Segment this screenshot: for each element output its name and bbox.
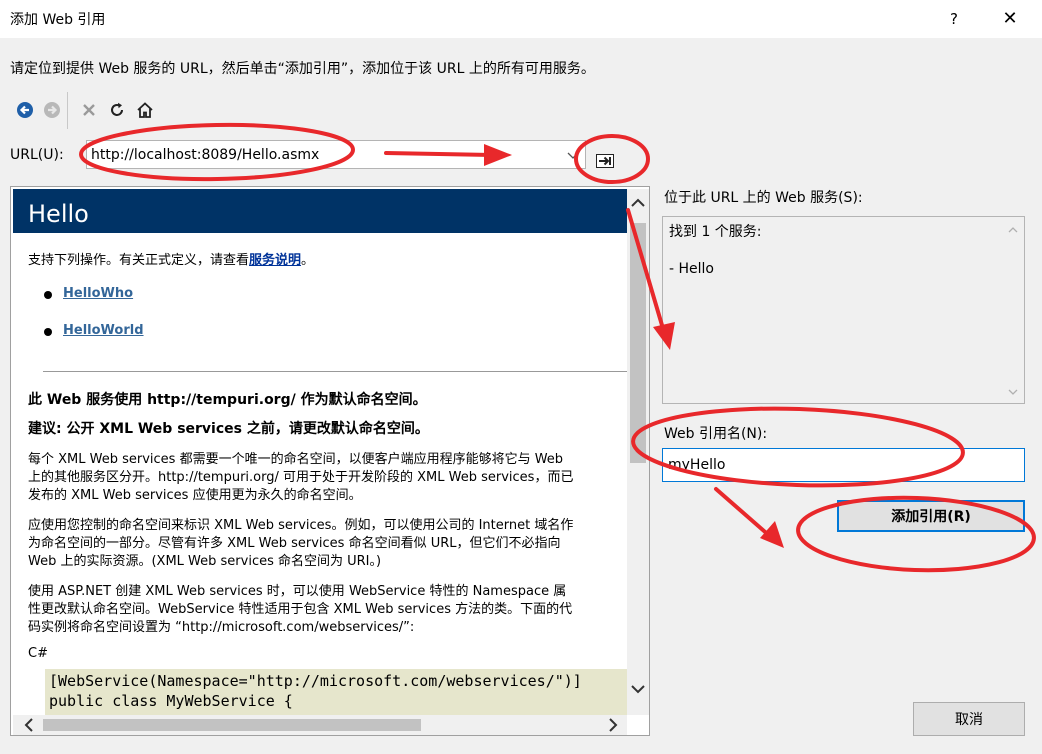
scroll-up-icon bbox=[1007, 223, 1019, 239]
services-label: 位于此 URL 上的 Web 服务(S): bbox=[664, 190, 863, 206]
home-icon[interactable] bbox=[134, 99, 156, 121]
refresh-icon[interactable] bbox=[106, 99, 128, 121]
chevron-down-icon[interactable] bbox=[565, 147, 581, 163]
url-combobox[interactable] bbox=[86, 140, 586, 169]
close-button[interactable]: ✕ bbox=[988, 0, 1032, 38]
code-sample: [WebService(Namespace="http://microsoft.… bbox=[45, 669, 627, 715]
namespace-recommendation: 建议: 公开 XML Web services 之前，请更改默认命名空间。 bbox=[28, 421, 429, 437]
paragraph-line: 为命名空间的一部分。尽管有许多 XML Web services 命名空间看似 … bbox=[28, 536, 561, 551]
services-found-text: 找到 1 个服务: bbox=[669, 224, 762, 240]
toolbar-separator bbox=[67, 92, 68, 129]
paragraph-line: 性更改默认命名空间。WebService 特性适用于包含 XML Web ser… bbox=[28, 602, 573, 617]
operation-link-hellowho[interactable]: HelloWho bbox=[63, 286, 133, 301]
browser-pane[interactable]: Hello 支持下列操作。有关正式定义，请查看服务说明。 HelloWho He… bbox=[10, 186, 650, 736]
service-item: - Hello bbox=[669, 261, 714, 277]
go-button[interactable] bbox=[588, 147, 622, 175]
code-language-label: C# bbox=[28, 646, 48, 661]
help-button[interactable]: ? bbox=[932, 0, 976, 38]
operation-link-helloworld[interactable]: HelloWorld bbox=[63, 323, 144, 338]
annotation-arrowhead bbox=[760, 521, 784, 548]
code-line: public class MyWebService { bbox=[49, 692, 293, 710]
scroll-down-icon[interactable] bbox=[630, 683, 646, 699]
paragraph-line: 发布的 XML Web services 应使用更为永久的命名空间。 bbox=[28, 488, 362, 503]
scroll-left-icon[interactable] bbox=[23, 718, 35, 735]
scroll-down-icon bbox=[1007, 385, 1019, 401]
horizontal-scrollbar[interactable] bbox=[13, 715, 627, 735]
paragraph-line: 上的其他服务区分开。http://tempuri.org/ 可用于处于开发阶段的… bbox=[28, 470, 574, 485]
scrollbar-thumb[interactable] bbox=[43, 719, 421, 731]
paragraph-line: 每个 XML Web services 都需要一个唯一的命名空间，以便客户端应用… bbox=[28, 452, 564, 467]
service-title: Hello bbox=[28, 200, 89, 228]
back-icon[interactable] bbox=[14, 99, 36, 121]
cancel-button[interactable]: 取消 bbox=[913, 702, 1025, 736]
bullet bbox=[44, 328, 52, 336]
reference-name-input[interactable] bbox=[668, 455, 1008, 475]
paragraph-line: 码实例将命名空间设置为 “http://microsoft.com/webser… bbox=[28, 620, 415, 635]
stop-icon[interactable] bbox=[78, 99, 100, 121]
divider bbox=[43, 371, 627, 372]
code-line: [WebService(Namespace="http://microsoft.… bbox=[49, 672, 582, 690]
service-header: Hello bbox=[13, 189, 627, 233]
reference-name-field[interactable] bbox=[662, 448, 1025, 482]
scroll-right-icon[interactable] bbox=[607, 718, 619, 735]
paragraph-line: 使用 ASP.NET 创建 XML Web services 时，可以使用 We… bbox=[28, 584, 567, 599]
vertical-scrollbar[interactable] bbox=[627, 189, 649, 715]
service-description-link[interactable]: 服务说明 bbox=[249, 253, 301, 268]
window-title: 添加 Web 引用 bbox=[10, 12, 106, 28]
bullet bbox=[44, 291, 52, 299]
annotation-arrow-line bbox=[714, 487, 774, 540]
url-input[interactable] bbox=[91, 145, 561, 165]
paragraph-line: Web 上的实际资源。(XML Web services 命名空间为 URI。) bbox=[28, 554, 382, 569]
browser-content: Hello 支持下列操作。有关正式定义，请查看服务说明。 HelloWho He… bbox=[13, 189, 627, 715]
instruction-text: 请定位到提供 Web 服务的 URL，然后单击“添加引用”，添加位于该 URL … bbox=[10, 61, 595, 77]
scrollbar-thumb[interactable] bbox=[630, 223, 646, 463]
forward-icon[interactable] bbox=[41, 99, 63, 121]
add-reference-button[interactable]: 添加引用(R) bbox=[837, 500, 1025, 532]
url-label: URL(U): bbox=[10, 147, 64, 163]
scroll-up-icon[interactable] bbox=[630, 197, 646, 213]
title-bar: 添加 Web 引用 ? ✕ bbox=[0, 0, 1042, 38]
paragraph-line: 应使用您控制的命名空间来标识 XML Web services。例如，可以使用公… bbox=[28, 518, 574, 533]
go-arrow-icon bbox=[596, 154, 614, 168]
intro-text: 支持下列操作。有关正式定义，请查看服务说明。 bbox=[28, 253, 315, 268]
services-list[interactable]: 找到 1 个服务: - Hello bbox=[662, 216, 1025, 404]
reference-name-label: Web 引用名(N): bbox=[664, 426, 768, 442]
namespace-note: 此 Web 服务使用 http://tempuri.org/ 作为默认命名空间。 bbox=[28, 392, 427, 408]
